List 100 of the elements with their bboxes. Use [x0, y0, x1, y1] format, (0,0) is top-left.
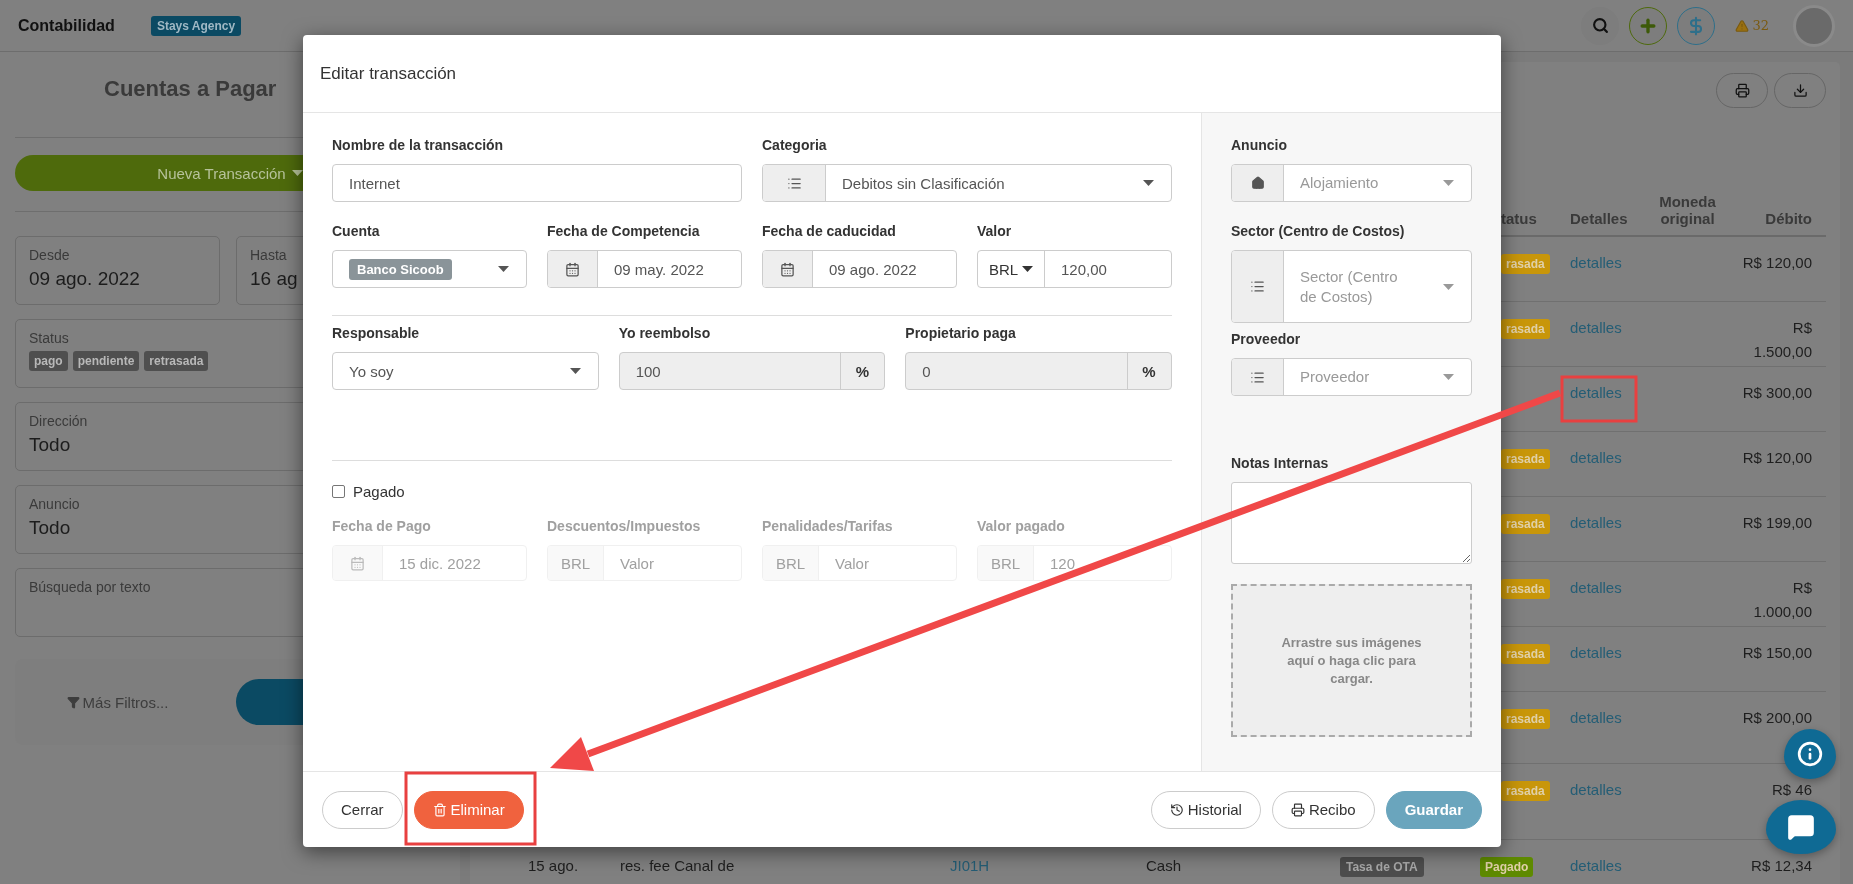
- name-field[interactable]: Internet: [332, 164, 742, 202]
- table-cell: Cash: [1146, 857, 1182, 874]
- details-link[interactable]: detalles: [1570, 579, 1622, 596]
- table-cell-text: R$ 300,00: [1741, 383, 1812, 403]
- table-cell-text: res. fee Canal de: [620, 856, 736, 876]
- status-badge: rasada: [1501, 709, 1550, 729]
- filter-label: Hasta: [250, 247, 287, 263]
- details-link[interactable]: detalles: [1570, 449, 1622, 466]
- alerts-link[interactable]: 32: [1735, 18, 1769, 33]
- field-label: Notas Internas: [1231, 454, 1330, 473]
- listing-select[interactable]: Alojamiento: [1231, 164, 1472, 202]
- search-icon: [1591, 17, 1609, 34]
- status-tag[interactable]: pendiente: [72, 351, 140, 371]
- filter-value: Todo: [29, 517, 71, 539]
- details-link[interactable]: detalles: [1570, 514, 1622, 531]
- field-label: Valor: [977, 222, 1013, 241]
- notes-field[interactable]: [1231, 482, 1472, 564]
- checkbox-label: Pagado: [353, 483, 405, 500]
- details-link[interactable]: detalles: [1570, 857, 1622, 874]
- table-cell-text: R$ 120,00: [1741, 253, 1812, 273]
- caret-icon: [569, 368, 581, 374]
- close-button[interactable]: Cerrar: [322, 790, 403, 829]
- download-icon: [1792, 83, 1808, 98]
- status-badge: rasada: [1501, 514, 1550, 534]
- status-badge: rasada: [1501, 644, 1550, 664]
- table-cell-text: 15 ago.: [528, 856, 580, 876]
- details-link[interactable]: detalles: [1570, 781, 1622, 798]
- status-badge: rasada: [1501, 579, 1550, 599]
- column-header: Débito: [1765, 210, 1812, 227]
- history-button[interactable]: Historial: [1150, 790, 1261, 829]
- filter-value: 09 ago. 2022: [29, 268, 140, 290]
- field-label: Cuenta: [332, 222, 381, 241]
- dialog-title: Editar transacción: [320, 63, 457, 84]
- warning-icon: [1735, 18, 1750, 33]
- status-badge: Pagado: [1480, 857, 1534, 877]
- amount-field[interactable]: BRL 120,00: [977, 250, 1172, 288]
- percent-field[interactable]: 100 %: [618, 352, 886, 390]
- status-badge: rasada: [1501, 781, 1550, 801]
- page-title: Cuentas a Pagar: [104, 76, 277, 101]
- field-label: Propietario paga: [905, 324, 1017, 343]
- info-icon: [1797, 741, 1823, 767]
- caret-icon: [1143, 180, 1154, 186]
- table-cell-text: R$ 12,34: [1750, 856, 1812, 876]
- image-dropzone[interactable]: Arrastre sus imágenes aquí o haga clic para cargar.: [1231, 584, 1472, 737]
- receipt-button[interactable]: Recibo: [1271, 790, 1375, 829]
- field-label: Sector (Centro de Costos): [1231, 222, 1406, 241]
- field-label: Categoria: [762, 136, 828, 155]
- field-label: Proveedor: [1231, 330, 1302, 349]
- trash-icon: [432, 802, 447, 817]
- details-link[interactable]: detalles: [1570, 644, 1622, 661]
- field-label: Penalidades/Tarifas: [762, 517, 894, 536]
- account-badge: Stays Agency: [150, 15, 242, 36]
- field-label: Descuentos/Impuestos: [547, 517, 702, 536]
- field-label: Anuncio: [1231, 136, 1288, 155]
- filter-value: Todo: [29, 434, 71, 456]
- field-label: Nombre de la transacción: [332, 136, 505, 155]
- delete-button[interactable]: Eliminar: [413, 790, 524, 829]
- chat-icon: [1787, 813, 1815, 841]
- status-tag[interactable]: pago: [29, 351, 68, 371]
- caret-icon: [1443, 180, 1454, 186]
- details-link[interactable]: detalles: [1570, 384, 1622, 401]
- caret-icon: [291, 170, 303, 176]
- filter-value: 16 ag: [250, 268, 298, 290]
- caret-icon: [498, 266, 509, 272]
- field-label: Fecha de Pago: [332, 517, 432, 536]
- more-filters-link[interactable]: Más Filtros...: [66, 693, 169, 711]
- filter-icon: [66, 695, 80, 709]
- account-tag: Banco Sicoob: [349, 258, 452, 280]
- status-badge: rasada: [1501, 254, 1550, 274]
- save-button[interactable]: Guardar: [1385, 790, 1482, 829]
- account-select[interactable]: Banco Sicoob: [332, 250, 527, 288]
- table-cell-text: R$ 150,00: [1741, 643, 1812, 663]
- date-field[interactable]: 09 ago. 2022: [762, 250, 957, 288]
- caret-icon: [1443, 283, 1454, 290]
- percent-field[interactable]: 0 %: [905, 352, 1172, 390]
- details-link[interactable]: detalles: [1570, 254, 1622, 271]
- list-icon: [1250, 369, 1265, 385]
- calendar-icon: [565, 261, 580, 277]
- responsible-select[interactable]: Yo soy: [332, 352, 599, 390]
- details-link[interactable]: detalles: [1570, 319, 1622, 336]
- filter-label: Anuncio: [29, 496, 80, 512]
- table-cell-text: R$ 46: [1770, 780, 1812, 800]
- calendar-icon: [780, 261, 795, 277]
- filter-label: Dirección: [29, 413, 88, 429]
- date-filter[interactable]: Desde 09 ago. 2022: [15, 236, 220, 305]
- list-icon: [786, 175, 802, 191]
- status-tag[interactable]: retrasada: [144, 351, 209, 371]
- cost-center-select[interactable]: Sector (Centro de Costos): [1231, 250, 1472, 323]
- column-header: Moneda original: [1658, 193, 1717, 227]
- details-link[interactable]: detalles: [1570, 709, 1622, 726]
- caret-icon: [1022, 266, 1034, 272]
- caret-icon: [1443, 374, 1454, 380]
- category-select[interactable]: Debitos sin Clasificación: [762, 164, 1172, 202]
- filter-label: Status: [29, 330, 69, 346]
- date-field[interactable]: 09 may. 2022: [547, 250, 742, 288]
- supplier-select[interactable]: Proveedor: [1231, 358, 1472, 396]
- field-label: Valor pagado: [977, 517, 1066, 536]
- code-link[interactable]: JI01H: [950, 857, 990, 874]
- status-badge: rasada: [1501, 319, 1550, 339]
- paid-checkbox[interactable]: [332, 485, 345, 498]
